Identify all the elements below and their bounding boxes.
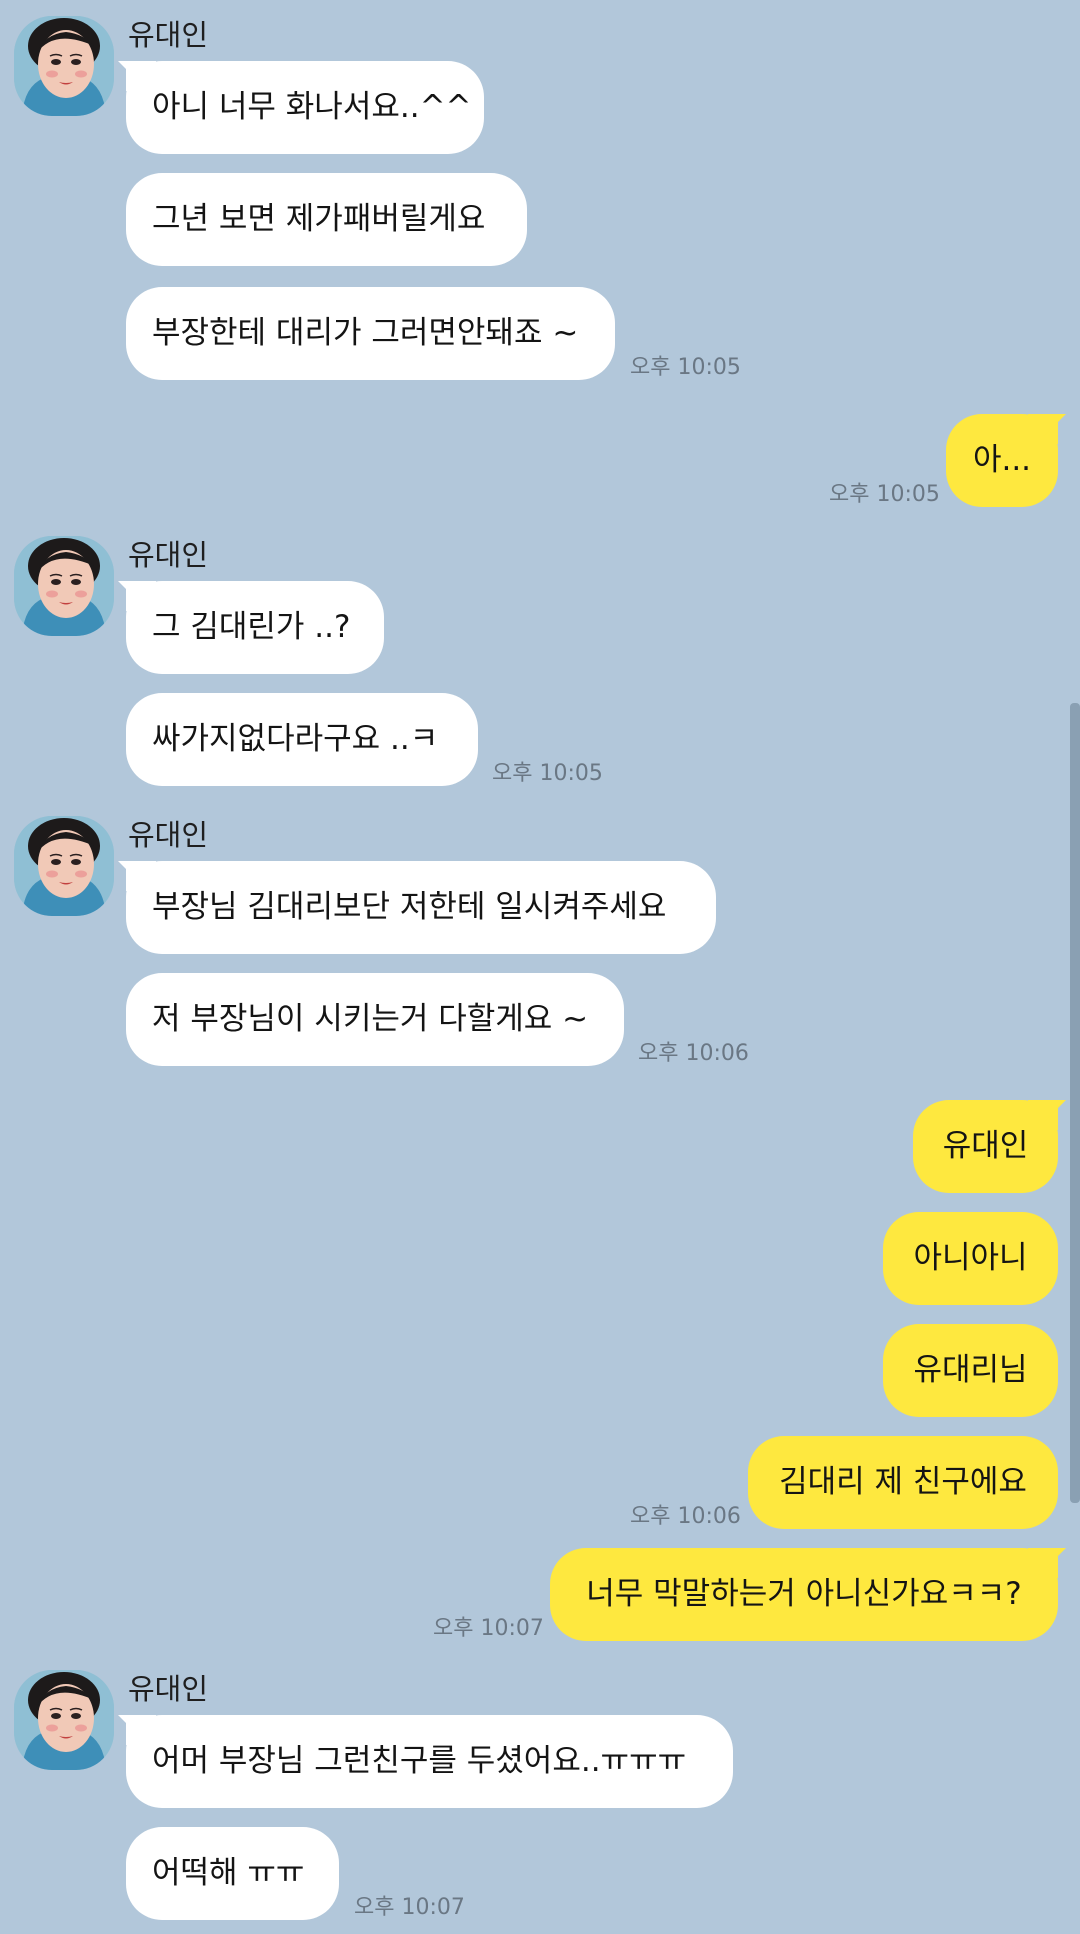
sender-name: 유대인 (128, 1672, 209, 1706)
message-text: 아니아니 (913, 1240, 1028, 1276)
incoming-message-bubble[interactable]: 그년 보면 제가패버릴게요 (126, 173, 527, 266)
message-text: 어머 부장님 그런친구를 두셨어요..ㅠㅠㅠ (152, 1743, 687, 1779)
message-text: 너무 막말하는거 아니신가요ㅋㅋ? (586, 1576, 1022, 1612)
outgoing-message-bubble[interactable]: 너무 막말하는거 아니신가요ㅋㅋ? (550, 1548, 1058, 1641)
message-text: 아... (972, 442, 1032, 478)
message-time: 오후 10:05 (492, 761, 603, 786)
sender-name: 유대인 (128, 538, 209, 572)
message-text: 부장님 김대리보단 저한테 일시켜주세요 (152, 889, 667, 925)
message-time: 오후 10:05 (630, 355, 741, 380)
incoming-message-bubble[interactable]: 부장한테 대리가 그러면안돼죠 ~ (126, 287, 615, 380)
portrait-icon (14, 1670, 114, 1770)
outgoing-message-bubble[interactable]: 아... (946, 414, 1058, 507)
message-text: 김대리 제 친구에요 (779, 1464, 1027, 1500)
message-text: 부장한테 대리가 그러면안돼죠 ~ (152, 315, 579, 351)
scrollbar[interactable] (1070, 703, 1080, 1503)
outgoing-message-bubble[interactable]: 아니아니 (883, 1212, 1058, 1305)
avatar[interactable] (14, 1670, 114, 1770)
avatar[interactable] (14, 816, 114, 916)
incoming-message-bubble[interactable]: 부장님 김대리보단 저한테 일시켜주세요 (118, 861, 716, 954)
avatar[interactable] (14, 16, 114, 116)
message-time: 오후 10:06 (630, 1504, 741, 1529)
incoming-message-bubble[interactable]: 어머 부장님 그런친구를 두셨어요..ㅠㅠㅠ (118, 1715, 733, 1808)
portrait-icon (14, 536, 114, 636)
incoming-message-bubble[interactable]: 저 부장님이 시키는거 다할게요 ~ (126, 973, 624, 1066)
portrait-icon (14, 816, 114, 916)
message-text: 저 부장님이 시키는거 다할게요 ~ (152, 1001, 589, 1037)
sender-name: 유대인 (128, 818, 209, 852)
outgoing-message-bubble[interactable]: 김대리 제 친구에요 (748, 1436, 1058, 1529)
message-text: 아니 너무 화나서요..^^ (152, 89, 472, 125)
message-time: 오후 10:06 (638, 1041, 749, 1066)
incoming-message-bubble[interactable]: 그 김대린가 ..? (118, 581, 384, 674)
message-time: 오후 10:05 (829, 482, 940, 507)
outgoing-message-bubble[interactable]: 유대리님 (883, 1324, 1058, 1417)
message-text: 어떡해 ㅠㅠ (152, 1855, 305, 1891)
sender-name: 유대인 (128, 18, 209, 52)
incoming-message-bubble[interactable]: 어떡해 ㅠㅠ (126, 1827, 339, 1920)
message-time: 오후 10:07 (354, 1895, 465, 1920)
message-text: 그 김대린가 ..? (152, 609, 351, 645)
incoming-message-bubble[interactable]: 싸가지없다라구요 ..ㅋ (126, 693, 478, 786)
outgoing-message-bubble[interactable]: 유대인 (913, 1100, 1058, 1193)
message-text: 싸가지없다라구요 ..ㅋ (152, 721, 439, 757)
message-time: 오후 10:07 (433, 1616, 544, 1641)
message-text: 유대인 (942, 1128, 1029, 1164)
message-text: 유대리님 (913, 1352, 1028, 1388)
message-text: 그년 보면 제가패버릴게요 (152, 201, 486, 237)
portrait-icon (14, 16, 114, 116)
chat-message-area[interactable]: 유대인 아니 너무 화나서요..^^ 그년 보면 제가패버릴게요 부장한테 대리… (0, 0, 1080, 1934)
avatar[interactable] (14, 536, 114, 636)
incoming-message-bubble[interactable]: 아니 너무 화나서요..^^ (118, 61, 484, 154)
